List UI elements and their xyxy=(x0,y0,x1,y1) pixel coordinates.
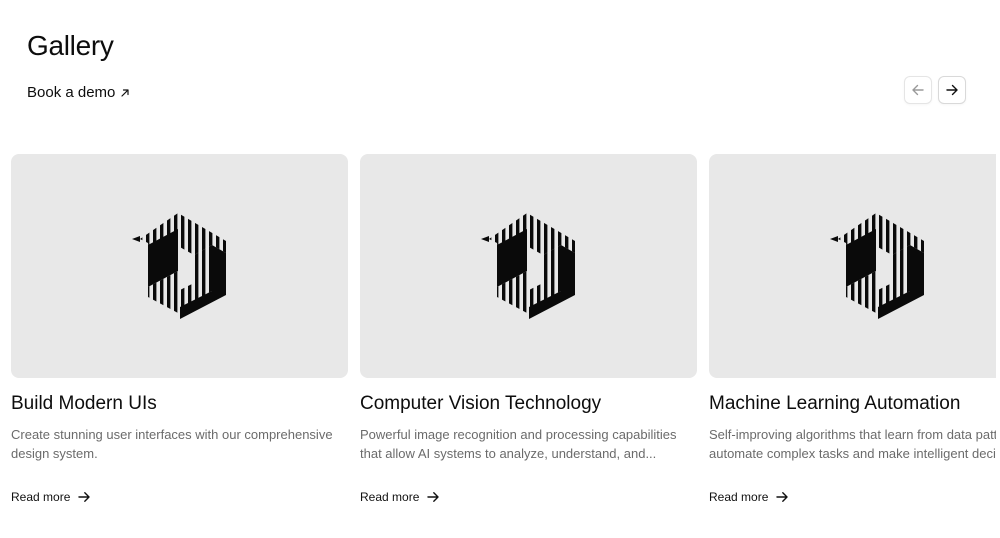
striped-cube-logo-icon xyxy=(830,213,926,319)
arrow-left-icon xyxy=(912,84,924,96)
page-title: Gallery xyxy=(27,30,114,61)
arrow-up-right-icon xyxy=(121,88,129,97)
book-demo-link[interactable]: Book a demo xyxy=(27,84,130,101)
read-more-label: Read more xyxy=(11,490,71,504)
card-title: Computer Vision Technology xyxy=(360,393,602,414)
read-more-link[interactable]: Read more xyxy=(709,490,789,504)
read-more-label: Read more xyxy=(709,490,769,504)
gallery-card[interactable]: Build Modern UIs Create stunning user in… xyxy=(11,154,348,504)
card-description: Create stunning user interfaces with our… xyxy=(11,427,333,461)
read-more-link[interactable]: Read more xyxy=(11,490,91,504)
book-demo-label: Book a demo xyxy=(27,84,116,101)
card-title: Machine Learning Automation xyxy=(709,393,961,414)
gallery-card[interactable]: Machine Learning Automation Self-improvi… xyxy=(709,154,996,504)
card-image xyxy=(709,154,996,378)
carousel-prev-button[interactable] xyxy=(904,76,932,104)
striped-cube-logo-icon xyxy=(132,213,228,319)
read-more-label: Read more xyxy=(360,490,420,504)
arrow-right-icon xyxy=(78,492,91,502)
card-description: Self-improving algorithms that learn fro… xyxy=(709,427,996,461)
arrow-right-icon xyxy=(427,492,440,502)
card-image xyxy=(11,154,348,378)
card-title: Build Modern UIs xyxy=(11,393,157,414)
card-image xyxy=(360,154,697,378)
arrow-right-icon xyxy=(946,84,958,96)
arrow-right-icon xyxy=(776,492,789,502)
gallery-page: Gallery Book a demo Build Modern UIs Cre… xyxy=(0,0,1000,538)
carousel-next-button[interactable] xyxy=(938,76,966,104)
striped-cube-logo-icon xyxy=(481,213,577,319)
gallery-card[interactable]: Computer Vision Technology Powerful imag… xyxy=(360,154,697,504)
gallery-carousel[interactable]: Build Modern UIs Create stunning user in… xyxy=(11,154,996,538)
read-more-link[interactable]: Read more xyxy=(360,490,440,504)
card-description: Powerful image recognition and processin… xyxy=(360,427,677,461)
